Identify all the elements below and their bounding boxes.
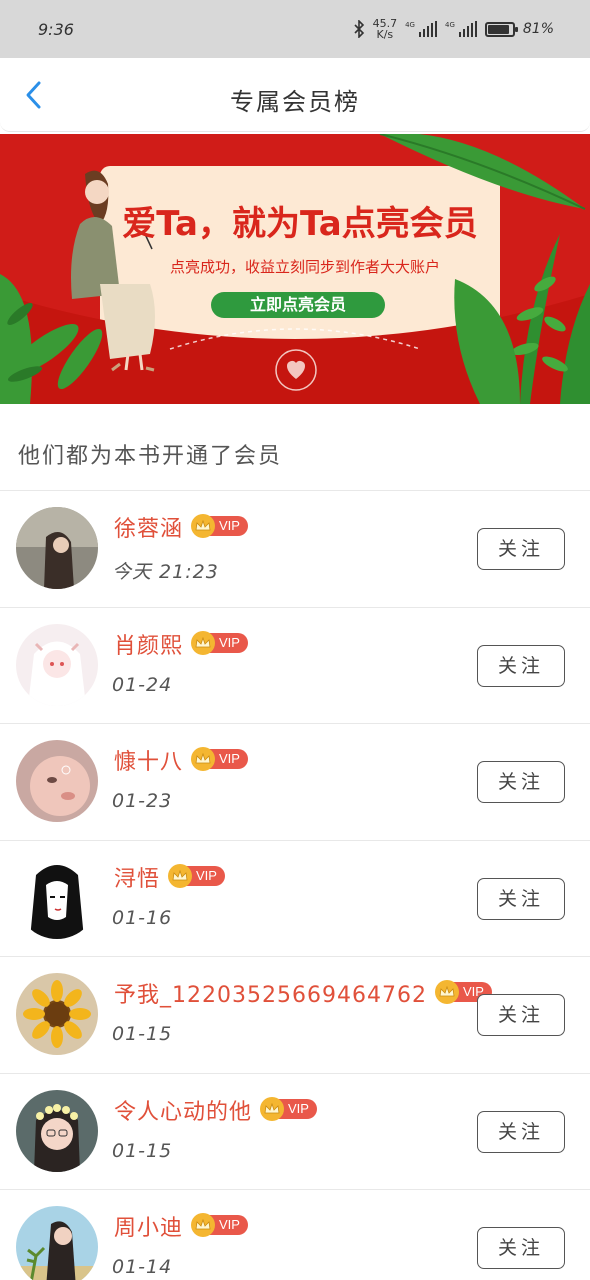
network-type: 4G — [405, 21, 415, 29]
member-name-text: 浔悟 — [114, 866, 161, 892]
member-date: 今天 21:23 — [112, 561, 219, 583]
crown-icon — [260, 1096, 285, 1121]
member-name-text: 予我_12203525669464762 — [114, 983, 427, 1008]
nav-bar: 专属会员榜 — [0, 58, 590, 132]
member-name[interactable]: 浔悟 VIP — [114, 861, 225, 893]
avatar[interactable] — [16, 973, 98, 1055]
member-name[interactable]: 予我_12203525669464762 VIP — [114, 977, 492, 1009]
vip-badge: VIP — [191, 1213, 248, 1237]
signal-icon: 4G — [405, 21, 437, 37]
member-date: 01-23 — [112, 790, 173, 812]
follow-button[interactable]: 关注 — [477, 644, 565, 687]
battery-fill — [487, 24, 509, 34]
member-date: 01-24 — [112, 673, 173, 696]
avatar[interactable] — [16, 740, 98, 822]
section-title: 他们都为本书开通了会员 — [18, 444, 283, 469]
avatar[interactable] — [16, 507, 98, 589]
battery-percent: 81% — [522, 21, 554, 37]
member-date: 01-16 — [112, 906, 173, 929]
vip-badge: VIP — [168, 863, 225, 888]
avatar[interactable] — [16, 1089, 98, 1172]
status-icons: 45.7 K/s 4G 4G 81% — [353, 18, 554, 40]
follow-button[interactable]: 关注 — [477, 761, 565, 803]
network-type: 4G — [444, 21, 455, 29]
net-speed-unit: K/s — [376, 28, 394, 41]
promo-banner[interactable]: 爱Ta，就为Ta点亮会员 点亮成功，收益立刻同步到作者大大账户 立即点亮会员 — [0, 134, 590, 404]
signal-icon: 4G — [445, 21, 477, 37]
member-name[interactable]: 令人心动的他 VIP — [114, 1094, 317, 1126]
status-bar: 9:36 45.7 K/s 4G 4G 81% — [0, 0, 590, 58]
member-name-text: 慷十八 — [114, 750, 184, 775]
member-list: 徐蓉涵 VIP 今天 21:23 关注 肖颜熙 VIP 01-24 关注 慷十八 VIP 01-23… — [0, 491, 590, 1280]
crown-icon — [191, 514, 216, 538]
member-date: 01-15 — [112, 1023, 173, 1045]
member-name-text: 徐蓉涵 — [114, 517, 184, 542]
member-name[interactable]: 慷十八 VIP — [114, 744, 248, 776]
avatar[interactable] — [16, 623, 98, 706]
member-row[interactable]: 浔悟 VIP 01-16 关注 — [0, 841, 590, 957]
member-row[interactable]: 令人心动的他 VIP 01-15 关注 — [0, 1074, 590, 1190]
member-row[interactable]: 慷十八 VIP 01-23 关注 — [0, 724, 590, 841]
bluetooth-icon — [354, 20, 364, 38]
banner-headline: 爱Ta，就为Ta点亮会员 — [122, 204, 478, 244]
banner-subtitle: 点亮成功，收益立刻同步到作者大大账户 — [169, 258, 440, 276]
follow-button[interactable]: 关注 — [477, 1110, 565, 1153]
crown-icon — [191, 747, 216, 771]
vip-badge: VIP — [191, 747, 248, 771]
follow-button[interactable]: 关注 — [477, 1227, 565, 1269]
member-date: 01-15 — [112, 1139, 173, 1162]
member-row[interactable]: 肖颜熙 VIP 01-24 关注 — [0, 608, 590, 724]
member-name[interactable]: 周小迪 VIP — [114, 1210, 248, 1242]
net-speed: 45.7 K/s — [373, 18, 398, 40]
crown-icon — [434, 980, 459, 1004]
member-name[interactable]: 肖颜熙 VIP — [114, 628, 248, 660]
follow-button[interactable]: 关注 — [477, 528, 565, 570]
member-row[interactable]: 徐蓉涵 VIP 今天 21:23 关注 — [0, 491, 590, 608]
battery-icon — [484, 21, 518, 37]
member-name[interactable]: 徐蓉涵 VIP — [114, 511, 248, 543]
member-name-text: 肖颜熙 — [114, 633, 184, 659]
crown-icon — [191, 1213, 216, 1237]
member-row[interactable]: 周小迪 VIP 01-14 关注 — [0, 1190, 590, 1280]
vip-badge: VIP — [260, 1096, 317, 1121]
vip-badge: VIP — [191, 514, 248, 538]
page-title: 专属会员榜 — [230, 88, 360, 116]
follow-button[interactable]: 关注 — [477, 994, 565, 1036]
member-name-text: 令人心动的他 — [114, 1099, 253, 1125]
crown-icon — [168, 863, 193, 888]
avatar[interactable] — [16, 1206, 98, 1280]
member-name-text: 周小迪 — [114, 1216, 184, 1241]
member-date: 01-14 — [112, 1256, 173, 1278]
avatar[interactable] — [16, 856, 98, 939]
crown-icon — [191, 630, 216, 655]
member-row[interactable]: 予我_12203525669464762 VIP 01-15 关注 — [0, 957, 590, 1074]
follow-button[interactable]: 关注 — [477, 877, 565, 920]
vip-badge: VIP — [191, 630, 248, 655]
light-up-membership-button[interactable]: 立即点亮会员 — [211, 292, 385, 318]
status-time: 9:36 — [38, 19, 74, 39]
